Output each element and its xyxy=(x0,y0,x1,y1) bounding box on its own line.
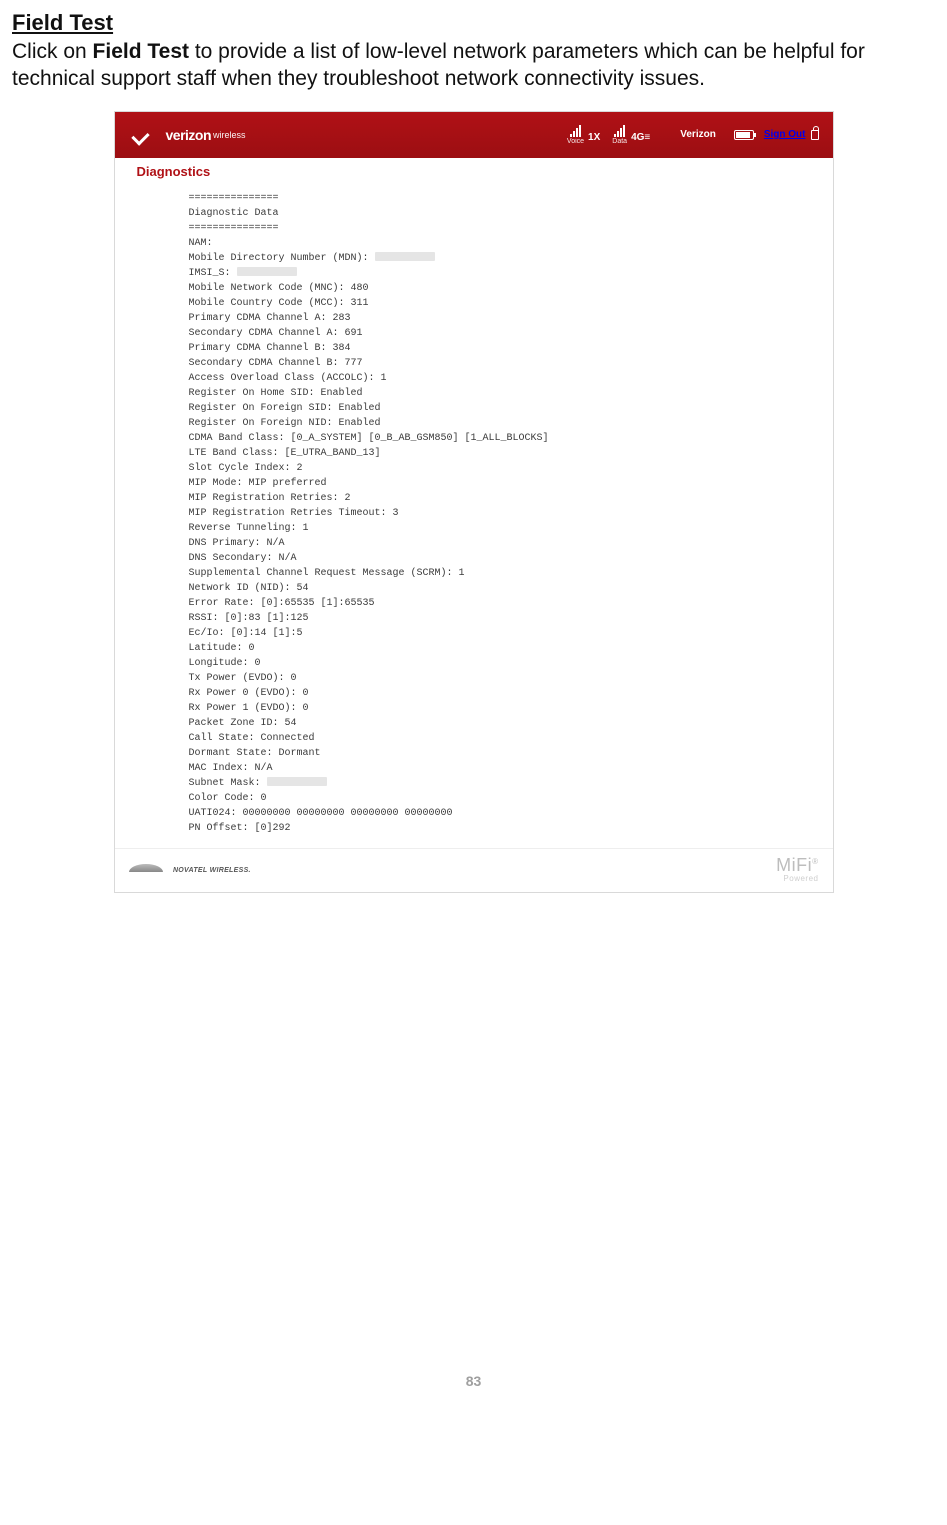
diag-line: DNS Secondary: N/A xyxy=(189,551,807,566)
carrier-name: Verizon xyxy=(680,129,716,140)
diag-line: Error Rate: [0]:65535 [1]:65535 xyxy=(189,596,807,611)
diag-line: Primary CDMA Channel B: 384 xyxy=(189,341,807,356)
mifi-registered: ® xyxy=(812,857,818,866)
mifi-brand: MiFi® Powered xyxy=(776,855,818,882)
diag-line: Mobile Network Code (MNC): 480 xyxy=(189,281,807,296)
diag-line: Network ID (NID): 54 xyxy=(189,581,807,596)
diag-line: PN Offset: [0]292 xyxy=(189,821,807,836)
diag-line: Rx Power 1 (EVDO): 0 xyxy=(189,701,807,716)
diag-line: Dormant State: Dormant xyxy=(189,746,807,761)
diag-line: Color Code: 0 xyxy=(189,791,807,806)
diag-line: RSSI: [0]:83 [1]:125 xyxy=(189,611,807,626)
data-signal: Data 4G≡ xyxy=(612,125,650,145)
lock-icon xyxy=(811,130,819,140)
verizon-check-icon xyxy=(129,125,165,145)
data-label: 4G≡ xyxy=(631,132,650,145)
sign-out-label: Sign Out xyxy=(764,129,806,140)
app-footer: NOVATEL WIRELESS. MiFi® Powered xyxy=(115,848,833,892)
page-heading: Field Test xyxy=(12,10,935,36)
voice-bars-icon xyxy=(570,125,581,137)
mifi-text: MiFi xyxy=(776,855,812,875)
diag-line: DNS Primary: N/A xyxy=(189,536,807,551)
diag-line: Primary CDMA Channel A: 283 xyxy=(189,311,807,326)
intro-bold: Field Test xyxy=(93,40,189,63)
diag-line: Rx Power 0 (EVDO): 0 xyxy=(189,686,807,701)
diag-line: NAM: xyxy=(189,236,807,251)
diag-line: =============== xyxy=(189,191,807,206)
redacted-value: ██████████ xyxy=(267,777,327,786)
screenshot-frame: verizon wireless Voice 1X Data 4G≡ Veriz… xyxy=(114,111,834,893)
diagnostic-output: ===============Diagnostic Data==========… xyxy=(137,187,811,842)
diag-line: =============== xyxy=(189,221,807,236)
diag-line: Secondary CDMA Channel A: 691 xyxy=(189,326,807,341)
diag-line: Mobile Country Code (MCC): 311 xyxy=(189,296,807,311)
diag-line: Mobile Directory Number (MDN): █████████… xyxy=(189,251,807,266)
diag-line: Packet Zone ID: 54 xyxy=(189,716,807,731)
diag-line: Register On Foreign NID: Enabled xyxy=(189,416,807,431)
diag-line: MIP Registration Retries: 2 xyxy=(189,491,807,506)
diag-line: Secondary CDMA Channel B: 777 xyxy=(189,356,807,371)
diag-line: Diagnostic Data xyxy=(189,206,807,221)
mifi-powered: Powered xyxy=(776,876,818,882)
verizon-logo: verizon wireless xyxy=(129,125,246,145)
battery-icon xyxy=(734,130,754,140)
intro-pre: Click on xyxy=(12,40,93,63)
diag-line: MIP Mode: MIP preferred xyxy=(189,476,807,491)
diagnostics-heading: Diagnostics xyxy=(137,164,811,179)
voice-label: 1X xyxy=(588,132,600,145)
voice-signal: Voice 1X xyxy=(567,125,600,145)
redacted-value: ██████████ xyxy=(237,267,297,276)
diag-line: IMSI_S: ██████████ xyxy=(189,266,807,281)
data-bars-icon xyxy=(614,125,625,137)
novatel-swoosh-icon xyxy=(129,864,163,872)
content-area: Diagnostics ===============Diagnostic Da… xyxy=(115,158,833,848)
diag-line: Supplemental Channel Request Message (SC… xyxy=(189,566,807,581)
diag-line: LTE Band Class: [E_UTRA_BAND_13] xyxy=(189,446,807,461)
novatel-text: NOVATEL WIRELESS. xyxy=(173,867,251,874)
page-number: 83 xyxy=(0,1373,947,1389)
diag-line: Tx Power (EVDO): 0 xyxy=(189,671,807,686)
app-header: verizon wireless Voice 1X Data 4G≡ Veriz… xyxy=(115,112,833,158)
diag-line: Access Overload Class (ACCOLC): 1 xyxy=(189,371,807,386)
redacted-value: ██████████ xyxy=(375,252,435,261)
diag-line: UATI024: 00000000 00000000 00000000 0000… xyxy=(189,806,807,821)
sign-out-link[interactable]: Sign Out xyxy=(764,129,819,140)
diag-line: Longitude: 0 xyxy=(189,656,807,671)
diag-line: Reverse Tunneling: 1 xyxy=(189,521,807,536)
diag-line: Register On Home SID: Enabled xyxy=(189,386,807,401)
data-caption: Data xyxy=(612,138,627,145)
diag-line: Register On Foreign SID: Enabled xyxy=(189,401,807,416)
diag-line: MIP Registration Retries Timeout: 3 xyxy=(189,506,807,521)
diag-line: Subnet Mask: ██████████ xyxy=(189,776,807,791)
logo-wordmark: verizon xyxy=(166,127,212,143)
diag-line: Latitude: 0 xyxy=(189,641,807,656)
diag-line: CDMA Band Class: [0_A_SYSTEM] [0_B_AB_GS… xyxy=(189,431,807,446)
novatel-brand: NOVATEL WIRELESS. xyxy=(129,859,251,877)
logo-subtext: wireless xyxy=(213,130,246,140)
diag-line: MAC Index: N/A xyxy=(189,761,807,776)
diag-line: Ec/Io: [0]:14 [1]:5 xyxy=(189,626,807,641)
page-intro: Click on Field Test to provide a list of… xyxy=(12,38,935,93)
diag-line: Slot Cycle Index: 2 xyxy=(189,461,807,476)
diag-line: Call State: Connected xyxy=(189,731,807,746)
voice-caption: Voice xyxy=(567,138,584,145)
